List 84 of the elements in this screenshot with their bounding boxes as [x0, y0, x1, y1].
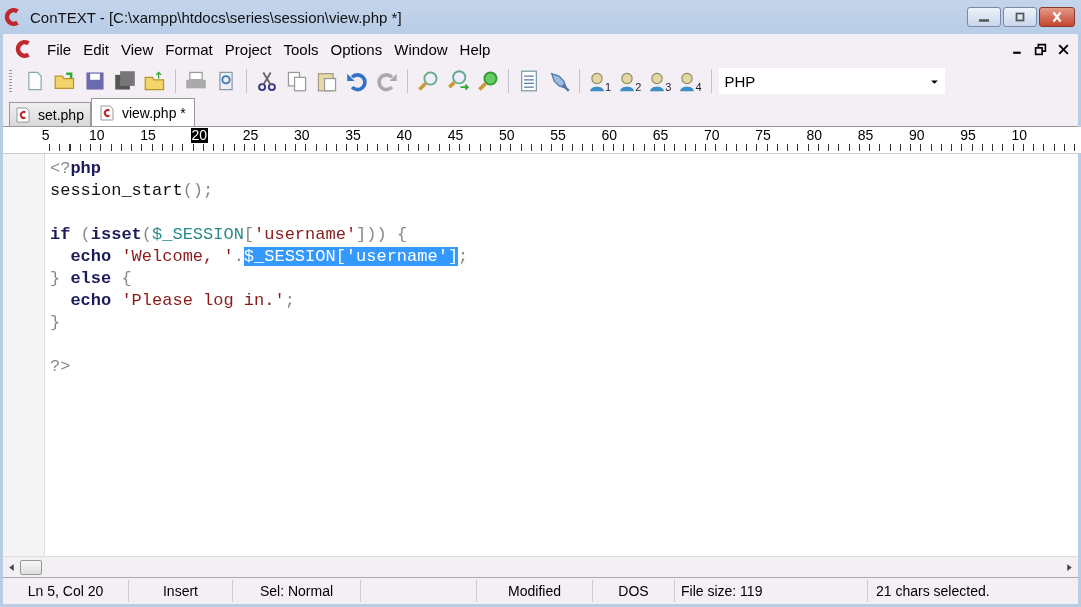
code-line: session_start();: [50, 180, 215, 202]
find-next-icon[interactable]: [447, 70, 469, 92]
person-icon: [649, 71, 666, 93]
restore-icon[interactable]: [1034, 42, 1047, 56]
code-line: echo 'Welcome, '.$_SESSION['username'];: [69, 246, 469, 268]
close-icon: [1050, 11, 1064, 23]
search-icon[interactable]: [417, 70, 439, 92]
code-line: <?php: [50, 158, 102, 180]
ruler-number: 25: [242, 128, 259, 143]
ruler-number: 35: [345, 128, 361, 143]
status-field: Sel: Normal: [233, 580, 361, 602]
app-logo-icon: [15, 40, 33, 58]
code-line: if (isset($_SESSION['username'])) {: [50, 224, 409, 246]
file-tab[interactable]: set.php: [9, 102, 91, 126]
file-icon: [99, 104, 114, 121]
ruler-number: 65: [652, 128, 669, 143]
status-field: Insert: [129, 580, 233, 602]
status-field: Modified: [477, 580, 593, 602]
file-icon: [16, 106, 30, 123]
window-title: ConTEXT - [C:\xampp\htdocs\series\session\view.php *]: [30, 8, 402, 26]
minimize-icon: [979, 18, 989, 22]
scroll-left-icon[interactable]: [7, 562, 16, 572]
status-field: File size: 119: [675, 580, 868, 602]
status-field: 21 chars selected.: [868, 580, 1066, 602]
menu-item[interactable]: Project: [218, 40, 278, 58]
replace-icon[interactable]: [477, 70, 499, 92]
ruler-number: 70: [704, 128, 720, 143]
close-icon[interactable]: [1057, 42, 1070, 56]
ruler-number: 40: [396, 128, 413, 143]
menu-item[interactable]: Edit: [77, 40, 116, 58]
copy-icon[interactable]: [286, 70, 308, 92]
code-line: } else {: [50, 268, 133, 290]
file-tab[interactable]: view.php *: [90, 98, 195, 126]
ruler-number: 15: [140, 128, 156, 143]
scroll-thumb[interactable]: [20, 559, 42, 575]
ruler-number: 90: [909, 128, 925, 143]
document-list-icon[interactable]: [518, 70, 540, 92]
ruler-number: 80: [806, 128, 823, 143]
code-line: ?>: [50, 356, 72, 378]
close-button[interactable]: [1039, 7, 1075, 27]
menu-item[interactable]: Help: [453, 40, 497, 58]
app-logo-icon: [4, 8, 22, 26]
redo-icon[interactable]: [376, 70, 398, 92]
status-field: DOS: [593, 580, 675, 602]
menu-item[interactable]: File: [41, 40, 78, 58]
scroll-right-icon[interactable]: [1065, 562, 1074, 572]
folder-icon[interactable]: [144, 70, 166, 92]
ruler-number: 5: [41, 128, 50, 143]
ruler-number: 10: [1011, 128, 1028, 143]
ruler-number: 10: [89, 128, 105, 143]
minimize-button[interactable]: [967, 7, 1001, 27]
ruler-number: 45: [447, 128, 464, 143]
menu-item[interactable]: Window: [388, 40, 454, 58]
status-field: Ln 5, Col 20: [3, 580, 129, 602]
user-button[interactable]: 3: [647, 69, 674, 93]
person-icon: [619, 71, 636, 93]
ruler-number: 30: [294, 128, 310, 143]
ruler-number: 95: [960, 128, 976, 143]
menu-item[interactable]: Format: [159, 40, 219, 58]
cut-icon[interactable]: [256, 70, 278, 92]
maximize-button[interactable]: [1003, 7, 1037, 27]
paste-icon[interactable]: [316, 70, 338, 92]
horizontal-scrollbar[interactable]: [3, 556, 1078, 577]
menu-item[interactable]: Options: [324, 40, 389, 58]
menu-item[interactable]: View: [115, 40, 160, 58]
ruler-number: 50: [499, 128, 515, 143]
ruler-number: 75: [755, 128, 771, 143]
code-line: echo 'Please log in.';: [69, 290, 296, 312]
ruler-number: 85: [857, 128, 874, 143]
person-icon: [679, 71, 696, 93]
maximize-icon: [1013, 11, 1027, 23]
menu-item[interactable]: Tools: [277, 40, 325, 58]
user-button[interactable]: 1: [587, 69, 614, 93]
ruler-number: 20: [190, 128, 209, 143]
user-button[interactable]: 2: [617, 69, 644, 93]
highlighter-dropdown[interactable]: PHP: [718, 68, 945, 94]
ruler-number: 60: [601, 128, 618, 143]
ruler-number: 55: [550, 128, 566, 143]
open-folder-icon[interactable]: [54, 70, 76, 92]
person-icon: [589, 71, 605, 93]
code-line: }: [50, 312, 62, 334]
save-icon[interactable]: [84, 70, 106, 92]
user-button[interactable]: 4: [677, 69, 704, 93]
undo-icon[interactable]: [346, 70, 368, 92]
